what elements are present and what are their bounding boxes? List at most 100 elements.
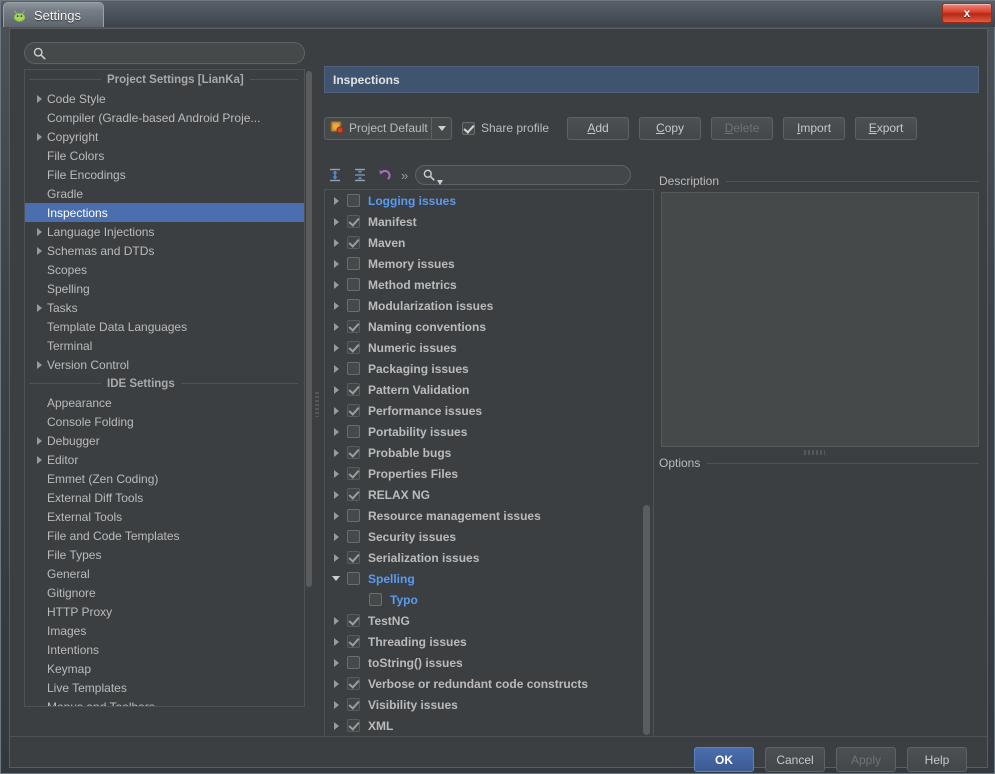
inspection-row[interactable]: Visibility issues xyxy=(325,694,653,715)
inspection-checkbox[interactable] xyxy=(347,614,360,627)
filter-dropdown-icon[interactable] xyxy=(437,174,443,188)
inspection-checkbox[interactable] xyxy=(347,299,360,312)
inspection-checkbox[interactable] xyxy=(347,341,360,354)
sidebar-item-keymap[interactable]: Keymap xyxy=(25,659,304,678)
inspection-checkbox[interactable] xyxy=(347,467,360,480)
chevron-right-icon[interactable] xyxy=(31,456,47,464)
inspection-checkbox[interactable] xyxy=(347,551,360,564)
sidebar-item-console-folding[interactable]: Console Folding xyxy=(25,412,304,431)
chevron-right-icon[interactable] xyxy=(31,437,47,445)
sidebar-scrollbar[interactable] xyxy=(305,69,313,707)
inspection-scrollbar[interactable] xyxy=(642,192,651,736)
sidebar-item-gradle[interactable]: Gradle xyxy=(25,184,304,203)
inspection-row[interactable]: Modularization issues xyxy=(325,295,653,316)
chevron-right-icon[interactable] xyxy=(31,361,47,369)
chevron-right-icon[interactable] xyxy=(325,260,347,268)
inspection-row[interactable]: Maven xyxy=(325,232,653,253)
sidebar-item-file-and-code-templates[interactable]: File and Code Templates xyxy=(25,526,304,545)
inspection-row[interactable]: Numeric issues xyxy=(325,337,653,358)
copy-button[interactable]: Copy xyxy=(639,117,701,140)
sidebar-item-scopes[interactable]: Scopes xyxy=(25,260,304,279)
sidebar-item-file-colors[interactable]: File Colors xyxy=(25,146,304,165)
inspection-row[interactable]: Probable bugs xyxy=(325,442,653,463)
chevron-right-icon[interactable] xyxy=(325,449,347,457)
reset-icon[interactable] xyxy=(374,164,396,186)
add-button[interactable]: Add xyxy=(567,117,629,140)
sidebar-scrollbar-thumb[interactable] xyxy=(306,71,312,587)
inspection-checkbox[interactable] xyxy=(347,425,360,438)
inspection-checkbox[interactable] xyxy=(347,194,360,207)
chevron-right-icon[interactable] xyxy=(325,680,347,688)
inspection-row[interactable]: Portability issues xyxy=(325,421,653,442)
chevron-right-icon[interactable] xyxy=(325,617,347,625)
inspection-row[interactable]: Pattern Validation xyxy=(325,379,653,400)
inspection-checkbox[interactable] xyxy=(347,236,360,249)
inspection-row[interactable]: Serialization issues xyxy=(325,547,653,568)
inspection-row[interactable]: Resource management issues xyxy=(325,505,653,526)
inspection-row[interactable]: Security issues xyxy=(325,526,653,547)
share-profile-checkbox-box[interactable] xyxy=(462,122,475,135)
sidebar-item-compiler-gradle-based-android-proje[interactable]: Compiler (Gradle-based Android Proje... xyxy=(25,108,304,127)
inspection-row[interactable]: XML xyxy=(325,715,653,736)
apply-button[interactable]: Apply xyxy=(836,747,896,772)
sidebar-item-copyright[interactable]: Copyright xyxy=(25,127,304,146)
description-resize-grip[interactable] xyxy=(803,450,825,455)
ok-button[interactable]: OK xyxy=(694,747,754,772)
inspection-row[interactable]: Memory issues xyxy=(325,253,653,274)
inspection-checkbox[interactable] xyxy=(347,677,360,690)
chevron-right-icon[interactable] xyxy=(325,386,347,394)
inspection-checkbox[interactable] xyxy=(347,320,360,333)
chevron-right-icon[interactable] xyxy=(31,228,47,236)
sidebar-item-emmet-zen-coding[interactable]: Emmet (Zen Coding) xyxy=(25,469,304,488)
chevron-right-icon[interactable] xyxy=(325,659,347,667)
sidebar-item-intentions[interactable]: Intentions xyxy=(25,640,304,659)
sidebar-item-code-style[interactable]: Code Style xyxy=(25,89,304,108)
inspection-checkbox[interactable] xyxy=(347,509,360,522)
sidebar-item-editor[interactable]: Editor xyxy=(25,450,304,469)
sidebar-item-template-data-languages[interactable]: Template Data Languages xyxy=(25,317,304,336)
inspection-scrollbar-thumb[interactable] xyxy=(643,505,650,735)
inspection-checkbox[interactable] xyxy=(347,257,360,270)
sidebar-item-debugger[interactable]: Debugger xyxy=(25,431,304,450)
inspection-row[interactable]: Naming conventions xyxy=(325,316,653,337)
inspection-row[interactable]: Properties Files xyxy=(325,463,653,484)
sidebar-item-language-injections[interactable]: Language Injections xyxy=(25,222,304,241)
chevron-right-icon[interactable] xyxy=(325,323,347,331)
help-button[interactable]: Help xyxy=(907,747,967,772)
sidebar-item-external-tools[interactable]: External Tools xyxy=(25,507,304,526)
chevron-right-icon[interactable] xyxy=(325,218,347,226)
inspection-checkbox[interactable] xyxy=(347,215,360,228)
sidebar-item-inspections[interactable]: Inspections xyxy=(25,203,304,222)
export-button[interactable]: Export xyxy=(855,117,917,140)
sidebar-item-menus-and-toolbars[interactable]: Menus and Toolbars xyxy=(25,697,304,707)
sidebar-item-file-types[interactable]: File Types xyxy=(25,545,304,564)
sidebar-item-live-templates[interactable]: Live Templates xyxy=(25,678,304,697)
inspection-checkbox[interactable] xyxy=(347,530,360,543)
chevron-right-icon[interactable] xyxy=(325,281,347,289)
import-button[interactable]: Import xyxy=(783,117,845,140)
inspection-row[interactable]: Manifest xyxy=(325,211,653,232)
inspection-checkbox[interactable] xyxy=(347,635,360,648)
chevron-right-icon[interactable] xyxy=(325,491,347,499)
inspection-row[interactable]: RELAX NG xyxy=(325,484,653,505)
chevron-right-icon[interactable] xyxy=(325,239,347,247)
inspection-checkbox[interactable] xyxy=(347,698,360,711)
inspection-row[interactable]: Verbose or redundant code constructs xyxy=(325,673,653,694)
chevron-right-icon[interactable] xyxy=(325,512,347,520)
inspection-row[interactable]: Packaging issues xyxy=(325,358,653,379)
inspection-checkbox[interactable] xyxy=(347,488,360,501)
sidebar-item-gitignore[interactable]: Gitignore xyxy=(25,583,304,602)
chevron-right-icon[interactable] xyxy=(325,344,347,352)
sidebar-item-external-diff-tools[interactable]: External Diff Tools xyxy=(25,488,304,507)
chevron-right-icon[interactable] xyxy=(325,365,347,373)
sidebar-item-spelling[interactable]: Spelling xyxy=(25,279,304,298)
inspection-checkbox[interactable] xyxy=(347,383,360,396)
description-textarea[interactable] xyxy=(661,192,979,447)
more-actions-icon[interactable]: » xyxy=(399,168,410,183)
sidebar-item-tasks[interactable]: Tasks xyxy=(25,298,304,317)
chevron-right-icon[interactable] xyxy=(325,554,347,562)
sidebar-item-version-control[interactable]: Version Control xyxy=(25,355,304,374)
sidebar-tree[interactable]: Project Settings [LianKa]Code StyleCompi… xyxy=(24,69,305,707)
inspection-row[interactable]: Typo xyxy=(325,589,653,610)
inspection-checkbox[interactable] xyxy=(347,278,360,291)
